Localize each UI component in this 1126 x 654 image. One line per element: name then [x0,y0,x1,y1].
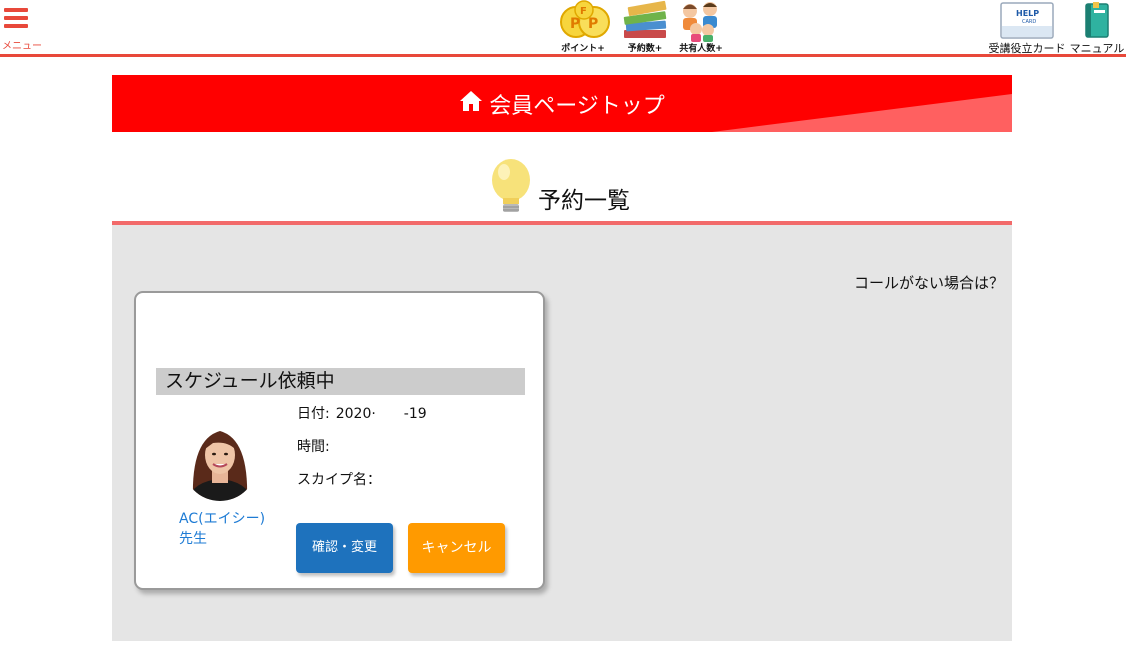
shared-members-link[interactable]: 共有人数+ [673,0,729,54]
teacher-name-link[interactable]: AC(エイシー)先生 [179,509,269,549]
shared-members-label: 共有人数+ [679,44,723,54]
top-bar: メニュー P P F ポイント+ 予約数+ 共有人数+ HELP CARD 受講… [0,0,1126,57]
help-card-icon: HELP CARD [1000,2,1054,39]
help-card-link[interactable]: HELP CARD 受講役立カード [988,0,1066,56]
books-icon [623,0,667,38]
reservations-link[interactable]: 予約数+ [617,0,673,54]
svg-text:CARD: CARD [1022,19,1036,25]
section-title: 予約一覧 [538,188,630,214]
date-label: 日付: [297,406,330,422]
points-label: ポイント+ [561,44,605,54]
confirm-change-button[interactable]: 確認・変更 [296,523,393,573]
no-call-help-link[interactable]: コールがない場合は？ [854,272,1004,293]
points-link[interactable]: P P F ポイント+ [555,0,611,54]
page-title-banner: 会員ページトップ [112,75,1012,132]
header-icon-group: P P F ポイント+ 予約数+ 共有人数+ [555,0,730,54]
svg-text:HELP: HELP [1016,9,1039,18]
skype-row: スカイプ名： [297,469,387,489]
reservation-card: スケジュール依頼中 AC(エイシー)先生 日付: 2020· -19 時間: スカ… [134,291,545,590]
hamburger-icon [4,8,28,32]
menu-button[interactable]: メニュー [2,4,46,52]
teacher-avatar [183,419,257,501]
svg-text:P: P [570,16,580,32]
reservation-list: コールがない場合は？ スケジュール依頼中 AC(エイシー)先生 日付: 2020·… [112,225,1012,641]
family-icon [683,2,717,42]
status-badge: スケジュール依頼中 [156,368,525,395]
cancel-button[interactable]: キャンセル [408,523,505,573]
page-title: 会員ページトップ [489,93,665,119]
home-icon [459,90,483,118]
time-label: 時間: [297,439,330,455]
svg-text:F: F [580,6,587,17]
skype-label: スカイプ名： [297,472,381,488]
help-card-label: 受講役立カード [988,42,1066,55]
coins-icon: P P F [560,0,610,38]
section-header: 予約一覧 [112,155,1012,225]
svg-text:P: P [588,16,598,32]
lightbulb-icon [492,159,530,212]
manual-link[interactable]: マニュアル [1068,0,1126,56]
manual-label: マニュアル [1069,42,1125,55]
reservations-label: 予約数+ [627,44,663,54]
menu-label: メニュー [2,41,42,52]
date-value: 2020· -19 [335,406,427,422]
date-row: 日付: 2020· -19 [297,403,427,423]
time-row: 時間: [297,436,336,456]
manual-book-icon [1085,2,1109,38]
